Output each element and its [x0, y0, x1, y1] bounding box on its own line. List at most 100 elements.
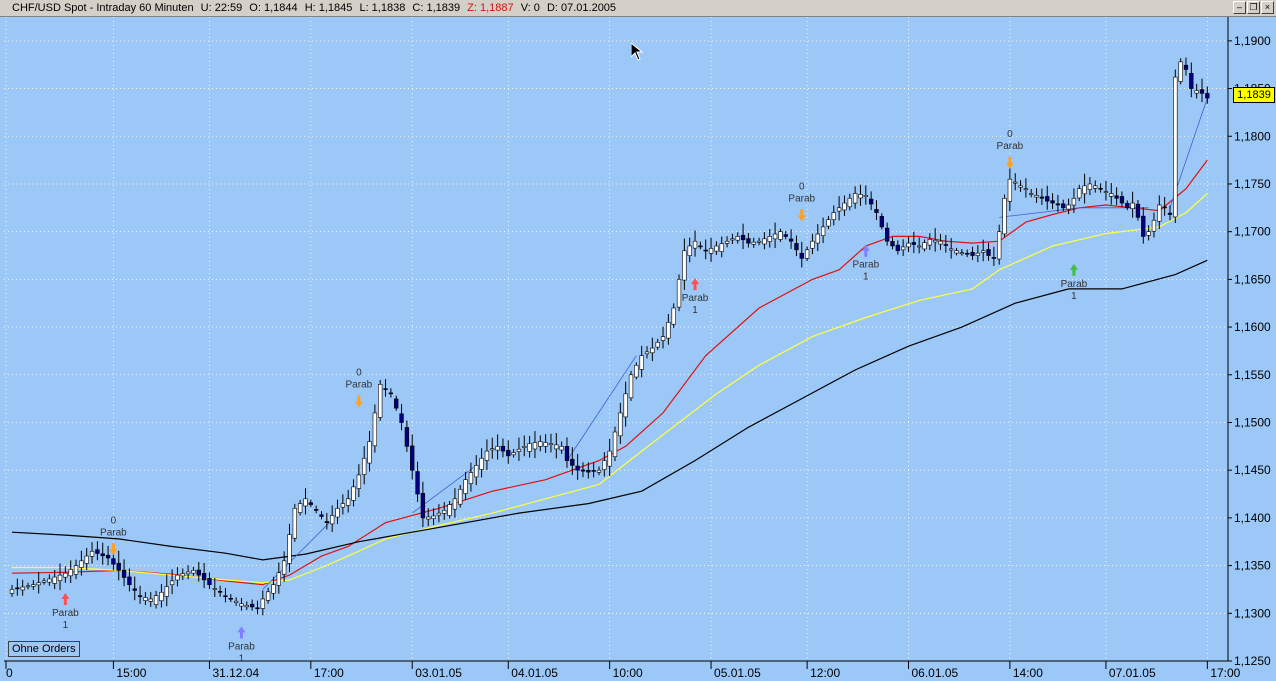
candle-up: [169, 580, 175, 586]
price-chart[interactable]: Parab10ParabParab10ParabParab10ParabPara…: [0, 0, 1276, 681]
parab-label: Parab: [852, 260, 879, 271]
candle-up: [997, 231, 1002, 260]
candle-up: [159, 592, 164, 602]
candle-up: [772, 233, 778, 240]
time-tick-label: 17:00: [314, 666, 344, 680]
parab-top-label: 0: [111, 515, 117, 526]
candle-down: [500, 445, 506, 452]
candle-down: [580, 469, 586, 472]
candle-down: [1135, 203, 1141, 218]
candle-up: [239, 603, 244, 607]
price-axis: 1,12501,13001,13501,14001,14501,15001,15…: [1227, 17, 1276, 681]
candle-down: [591, 470, 596, 472]
price-tick-label: 1,1550: [1234, 368, 1271, 382]
candle-up: [212, 588, 217, 590]
candle-down: [1141, 215, 1146, 237]
candle-up: [596, 469, 602, 473]
candle-down: [874, 209, 879, 213]
price-tick-label: 1,1700: [1234, 225, 1271, 239]
candle-down: [95, 549, 100, 554]
candle-up: [666, 322, 671, 339]
arrow-down-icon: [797, 209, 806, 222]
candle-up: [79, 560, 84, 568]
candle-up: [458, 488, 463, 505]
last-price-label: 1,1839: [1233, 87, 1275, 103]
candle-down: [1205, 93, 1210, 99]
ohne-orders-button[interactable]: Ohne Orders: [8, 641, 80, 657]
candle-down: [794, 243, 799, 251]
candle-down: [105, 554, 111, 559]
candle-up: [31, 584, 36, 587]
candle-down: [415, 471, 420, 495]
candle-down: [410, 445, 415, 471]
candle-up: [351, 486, 356, 501]
candle-up: [756, 240, 762, 243]
parab-label: Parab: [52, 608, 79, 619]
candle-up: [356, 474, 362, 489]
candle-up: [244, 605, 249, 608]
candle-up: [735, 236, 740, 241]
candle-up: [362, 457, 367, 475]
candle-up: [426, 516, 431, 520]
candle-up: [297, 503, 303, 513]
candle-down: [207, 577, 212, 585]
candle-down: [783, 234, 788, 237]
candle-up: [191, 570, 196, 574]
candle-up: [233, 600, 239, 603]
candle-down: [383, 388, 388, 390]
candle-up: [607, 450, 612, 467]
parab-label: Parab: [346, 379, 373, 390]
candle-up: [260, 598, 265, 609]
parab-label: Parab: [100, 527, 127, 538]
candle-up: [36, 582, 41, 586]
candle-up: [47, 578, 52, 583]
parab-signal: 0Parab: [997, 129, 1024, 169]
candle-up: [810, 240, 815, 249]
candle-down: [943, 244, 949, 246]
parab-top-label: 0: [1007, 129, 1013, 140]
parab-label: Parab: [997, 141, 1024, 152]
candle-up: [52, 576, 57, 584]
time-tick-label: 17:00: [1210, 666, 1240, 680]
candle-down: [217, 590, 223, 593]
candle-up: [954, 250, 959, 254]
candle-down: [1183, 64, 1189, 70]
candle-down: [111, 558, 116, 565]
candle-up: [532, 442, 538, 450]
mouse-cursor-icon: [631, 43, 643, 61]
candle-up: [927, 238, 933, 246]
candle-up: [751, 241, 756, 245]
candle-down: [746, 238, 751, 244]
candle-up: [676, 279, 682, 308]
time-axis: 0 15:00 31.12.04 17:00 03.01.05 04.01.05 10:00…: [4, 660, 1241, 680]
candle-down: [965, 252, 970, 255]
time-tick-label: 07.01.05: [1109, 666, 1156, 680]
candle-down: [879, 216, 884, 228]
candle-up: [372, 412, 378, 447]
candle-up: [447, 504, 452, 516]
parab-signal: Parab1: [228, 626, 255, 664]
candle-up: [1023, 188, 1029, 191]
price-tick-label: 1,1350: [1234, 559, 1271, 573]
time-tick-label: 10:00: [613, 666, 643, 680]
candle-up: [1151, 219, 1157, 232]
candle-down: [970, 251, 975, 256]
candle-up: [511, 452, 516, 456]
price-tick-label: 1,1650: [1234, 272, 1271, 286]
price-tick-label: 1,1300: [1234, 606, 1271, 620]
candle-up: [516, 448, 522, 452]
time-tick-label: 12:00: [810, 666, 840, 680]
candle-down: [1199, 89, 1205, 94]
arrow-up-icon: [861, 244, 870, 257]
connector-lines: [262, 97, 1208, 590]
candle-up: [452, 498, 458, 510]
candle-up: [1002, 197, 1007, 235]
candle-up: [804, 249, 810, 259]
candle-up: [959, 252, 965, 254]
candle-down: [15, 587, 20, 590]
time-tick-label: 14:00: [1013, 666, 1043, 680]
candle-up: [143, 597, 148, 601]
candle-up: [975, 252, 981, 256]
candle-up: [1034, 195, 1039, 198]
candle-up: [719, 243, 724, 252]
